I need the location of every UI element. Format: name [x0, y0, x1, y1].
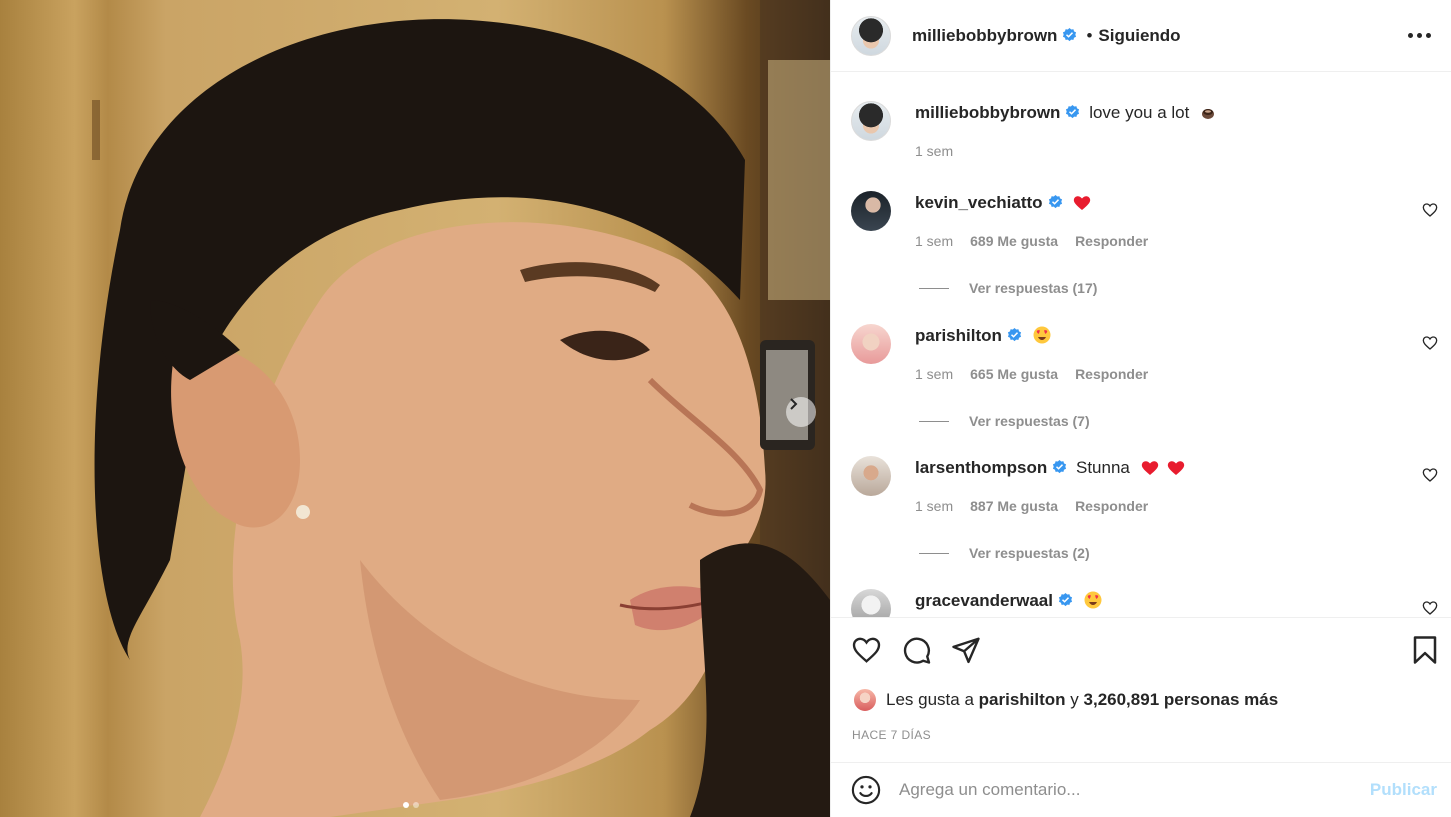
- more-options-button[interactable]: [1408, 27, 1431, 44]
- comment-username[interactable]: larsenthompson: [915, 458, 1047, 477]
- likes-prefix: Les gusta a: [886, 690, 974, 709]
- comment-likes[interactable]: 665 Me gusta: [970, 366, 1058, 382]
- carousel-next-button[interactable]: [786, 397, 816, 427]
- more-dots-icon: [1408, 33, 1413, 38]
- likes-summary[interactable]: Les gusta a parishilton y 3,260,891 pers…: [853, 688, 1278, 712]
- verified-badge-icon: [1052, 460, 1067, 475]
- carousel-dot-active: [403, 802, 409, 808]
- comment-time[interactable]: 1 sem: [915, 366, 953, 382]
- post-actions: Les gusta a parishilton y 3,260,891 pers…: [831, 617, 1451, 762]
- reply-button[interactable]: Responder: [1075, 233, 1148, 249]
- header-separator: •: [1086, 25, 1093, 45]
- post-detail-panel: milliebobbybrown • Siguiendo milliebobby…: [830, 0, 1451, 817]
- red-heart-emoji-icon: [1141, 459, 1159, 483]
- view-replies-label: Ver respuestas (7): [969, 413, 1090, 429]
- reply-button[interactable]: Responder: [1075, 366, 1148, 382]
- like-comment-heart-icon[interactable]: [1422, 202, 1438, 218]
- caption-username[interactable]: milliebobbybrown: [915, 103, 1060, 122]
- add-comment-bar: Publicar: [831, 762, 1451, 817]
- author-username[interactable]: milliebobbybrown: [912, 26, 1057, 46]
- save-bookmark-icon[interactable]: [1412, 635, 1438, 665]
- comment-icon[interactable]: [901, 635, 932, 665]
- comment-username[interactable]: parishilton: [915, 326, 1002, 345]
- comment-username[interactable]: kevin_vechiatto: [915, 193, 1043, 212]
- carousel-indicator: [403, 802, 419, 808]
- comment-username[interactable]: gracevanderwaal: [915, 591, 1053, 610]
- replies-divider: [919, 420, 949, 422]
- likes-connector: y: [1070, 690, 1079, 709]
- like-comment-heart-icon[interactable]: [1422, 335, 1438, 351]
- post-photo[interactable]: [0, 0, 830, 817]
- comment-avatar[interactable]: [851, 456, 891, 496]
- view-replies-label: Ver respuestas (2): [969, 545, 1090, 561]
- like-comment-heart-icon[interactable]: [1422, 600, 1438, 616]
- comment-input[interactable]: [899, 780, 1370, 800]
- action-bar: [851, 635, 1438, 667]
- comment-time[interactable]: 1 sem: [915, 498, 953, 514]
- coffee-cup-emoji-icon: [1200, 104, 1216, 128]
- view-replies-button[interactable]: Ver respuestas (7): [915, 413, 1408, 429]
- comment-text: Stunna: [1075, 458, 1130, 477]
- likes-count[interactable]: 3,260,891 personas más: [1084, 690, 1279, 710]
- carousel-dot: [413, 802, 419, 808]
- verified-badge-icon: [1062, 28, 1077, 43]
- replies-divider: [919, 287, 949, 289]
- comments-list[interactable]: milliebobbybrown love you a lot 1 sem ke…: [831, 72, 1451, 617]
- verified-badge-icon: [1058, 593, 1073, 608]
- heart-eyes-emoji-icon: [1084, 591, 1102, 616]
- caption-avatar[interactable]: [851, 101, 891, 141]
- heart-eyes-emoji-icon: [1033, 326, 1051, 351]
- view-replies-button[interactable]: Ver respuestas (17): [915, 280, 1408, 296]
- publish-button[interactable]: Publicar: [1370, 780, 1437, 800]
- post-header: milliebobbybrown • Siguiendo: [831, 0, 1451, 72]
- likes-user[interactable]: parishilton: [979, 690, 1066, 710]
- comment-time[interactable]: 1 sem: [915, 233, 953, 249]
- comment-avatar[interactable]: [851, 589, 891, 617]
- reply-button[interactable]: Responder: [1075, 498, 1148, 514]
- red-heart-emoji-icon: [1167, 459, 1185, 483]
- author-avatar[interactable]: [851, 15, 891, 56]
- caption-time[interactable]: 1 sem: [915, 143, 953, 159]
- post-date[interactable]: HACE 7 DÍAS: [852, 728, 931, 742]
- red-heart-emoji-icon: [1073, 194, 1091, 218]
- share-send-icon[interactable]: [951, 635, 981, 665]
- view-replies-button[interactable]: Ver respuestas (2): [915, 545, 1408, 561]
- emoji-smiley-icon[interactable]: [851, 775, 881, 805]
- liker-avatar[interactable]: [853, 688, 877, 712]
- replies-divider: [919, 552, 949, 554]
- comment-avatar[interactable]: [851, 324, 891, 364]
- photo-illustration: [92, 0, 830, 817]
- verified-badge-icon: [1007, 328, 1022, 343]
- view-replies-label: Ver respuestas (17): [969, 280, 1098, 296]
- caption-text: love you a lot: [1089, 103, 1190, 122]
- following-button[interactable]: Siguiendo: [1098, 26, 1180, 46]
- comment-avatar[interactable]: [851, 191, 891, 231]
- chevron-right-icon: [790, 398, 798, 410]
- verified-badge-icon: [1065, 105, 1080, 120]
- like-comment-heart-icon[interactable]: [1422, 467, 1438, 483]
- comment-likes[interactable]: 887 Me gusta: [970, 498, 1058, 514]
- verified-badge-icon: [1048, 195, 1063, 210]
- comment-likes[interactable]: 689 Me gusta: [970, 233, 1058, 249]
- like-heart-icon[interactable]: [851, 635, 882, 665]
